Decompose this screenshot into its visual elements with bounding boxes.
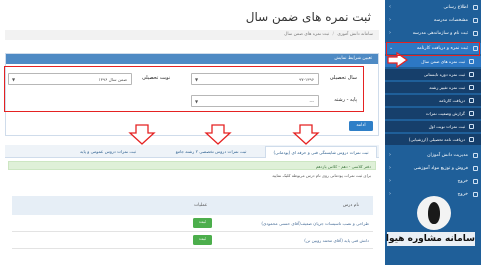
users-icon	[473, 31, 478, 36]
table-row: دانش فنی پایه (آقای محمد رویین تن) ثبت	[12, 233, 373, 249]
megaphone-icon	[473, 5, 478, 10]
file-icon	[469, 137, 474, 142]
chevron-down-icon: ▼	[195, 77, 199, 82]
sidebar-subitem-report-card[interactable]: دریافت کارنامه	[385, 95, 481, 106]
sidebar-item-label: ثبت نمره تغییر رشته	[429, 85, 465, 90]
course-name-link[interactable]: طراحی و نصب تاسیسات جریان ضعیف(آقای حسنی…	[261, 221, 369, 226]
sidebar-item-announcements[interactable]: اطلاع رسانی ›	[385, 2, 481, 13]
chart-icon	[469, 111, 474, 116]
chevron-icon: ‹	[389, 30, 391, 36]
sidebar-item-label: ثبت نمره های ضمن سال	[421, 59, 465, 64]
chevron-icon: ‹	[389, 165, 391, 171]
edit-button[interactable]: ثبت	[193, 218, 212, 228]
grade-entry-tabs: ثبت نمرات دروس شایستگی فنی و حرفه ای (پو…	[5, 145, 379, 158]
class-subheader: دفتر کلاسی - دهم - کلاس یازدهم	[8, 161, 376, 170]
sidebar-item-label: اطلاع رسانی	[443, 5, 468, 10]
edit-button[interactable]: ثبت	[193, 235, 212, 245]
logout-icon	[473, 179, 478, 184]
logo-text: سامانه مشاوره هیوا	[385, 232, 475, 246]
school-year-label: سال تحصیلی	[329, 75, 357, 81]
edit-icon: ثبت	[198, 237, 207, 242]
table-row: طراحی و نصب تاسیسات جریان ضعیف(آقای حسنی…	[12, 216, 373, 232]
filter-panel-header: تعیین شرایط نمایش	[6, 54, 378, 64]
file-icon	[469, 72, 474, 77]
sidebar-item-registration[interactable]: ثبت نام و سازماندهی مدرسه ‹	[385, 28, 481, 39]
school-year-select[interactable]: ۹۷-۱۳۹۶ ▼	[191, 73, 319, 85]
chevron-down-icon: ▼	[195, 99, 199, 104]
building-icon	[473, 18, 478, 23]
chevron-down-icon: ▼	[12, 77, 16, 82]
page-title: ثبت نمره های ضمن سال	[245, 10, 371, 24]
sidebar-item-label: مدیریت دانش آموزان	[427, 153, 468, 158]
sidebar-item-label: دریافت کارنامه	[439, 98, 465, 103]
breadcrumb-current: ثبت نمره های ضمن سال	[284, 32, 330, 37]
sidebar-item-label: خروج	[457, 179, 468, 184]
sidebar-subitem-summer-grades[interactable]: ثبت نمره دوره تابستانی	[385, 69, 481, 80]
brand-logo: سامانه مشاوره هیوا	[385, 196, 478, 262]
sidebar-item-label: مشخصات مدرسه	[433, 18, 468, 23]
cart-icon	[473, 166, 478, 171]
tab-specialized-courses[interactable]: ثبت نمرات دروس تخصصی ۲ رشته جامع	[159, 146, 263, 158]
main-content: ثبت نمره های ضمن سال سامانه دانش آموزی /…	[0, 0, 385, 265]
sidebar-subitem-first-term-grades[interactable]: ثبت نمرات نوبت اول	[385, 121, 481, 132]
edit-icon: ثبت	[198, 220, 207, 225]
annotation-arrows	[128, 124, 320, 145]
sidebar-item-label: ثبت نمرات نوبت اول	[428, 124, 465, 129]
chevron-icon: ‹	[389, 17, 391, 23]
grade-label: پایه - رشته	[334, 97, 357, 103]
list-icon	[469, 98, 474, 103]
arrow-down-icon	[204, 124, 232, 145]
sidebar-item-label: گزارش وضعیت نمرات	[425, 111, 465, 116]
arrow-down-icon	[292, 124, 320, 145]
file-icon	[469, 59, 474, 64]
chevron-icon: ›	[389, 4, 391, 10]
sidebar-item-label: دریافت نامه تحصیلی (ارزشیابی)	[408, 137, 465, 142]
sidebar-item-students[interactable]: مدیریت دانش آموزان ‹	[385, 150, 481, 161]
sidebar-item-school-info[interactable]: مشخصات مدرسه ‹	[385, 15, 481, 26]
breadcrumb-home[interactable]: سامانه دانش آموزی	[337, 32, 373, 37]
column-course-name: نام درس	[342, 203, 359, 208]
sidebar-subitem-field-change-grades[interactable]: ثبت نمره تغییر رشته	[385, 82, 481, 93]
column-actions: عملیات	[194, 203, 208, 208]
breadcrumb: سامانه دانش آموزی / ثبت نمره های ضمن سال	[5, 30, 379, 40]
flame-icon	[428, 202, 440, 224]
tab-vocational-modules[interactable]: ثبت نمرات دروس شایستگی فنی و حرفه ای (پو…	[265, 146, 377, 158]
breadcrumb-separator: /	[332, 32, 334, 37]
grade-value: ---	[309, 99, 314, 104]
sidebar-item-label: ثبت نمره دوره تابستانی	[423, 72, 465, 77]
tab-general-courses[interactable]: ثبت نمرات دروس عمومی و پایه	[59, 146, 157, 158]
term-value: ضمن سال ۱۳۹۶	[98, 77, 127, 82]
grade-select[interactable]: --- ▼	[191, 95, 319, 107]
school-year-value: ۹۷-۱۳۹۶	[298, 77, 314, 82]
annotation-menu-highlight	[386, 42, 480, 56]
instruction-text: برای ثبت نمرات پودمانی روی نام درس مربوط…	[272, 173, 371, 178]
user-icon	[473, 153, 478, 158]
sidebar-subitem-academic-letter[interactable]: دریافت نامه تحصیلی (ارزشیابی)	[385, 134, 481, 145]
term-label: نوبت تحصیلی	[142, 75, 171, 81]
file-icon	[469, 124, 474, 129]
table-header: نام درس عملیات	[12, 196, 373, 215]
sidebar-item-materials[interactable]: فروش و توزیع مواد آموزشی ‹	[385, 163, 481, 174]
sidebar-item-exit[interactable]: خروج ‹	[385, 176, 481, 187]
sidebar-item-label: فروش و توزیع مواد آموزشی	[413, 166, 468, 171]
term-select[interactable]: ضمن سال ۱۳۹۶ ▼	[8, 73, 132, 85]
course-name-link[interactable]: دانش فنی پایه (آقای محمد رویین تن)	[304, 238, 369, 243]
chevron-icon: ‹	[389, 178, 391, 184]
chevron-icon: ‹	[389, 152, 391, 158]
sidebar-subitem-grade-status-report[interactable]: گزارش وضعیت نمرات	[385, 108, 481, 119]
file-icon	[469, 85, 474, 90]
sidebar-item-label: ثبت نام و سازماندهی مدرسه	[412, 31, 468, 36]
arrow-down-icon	[128, 124, 156, 145]
